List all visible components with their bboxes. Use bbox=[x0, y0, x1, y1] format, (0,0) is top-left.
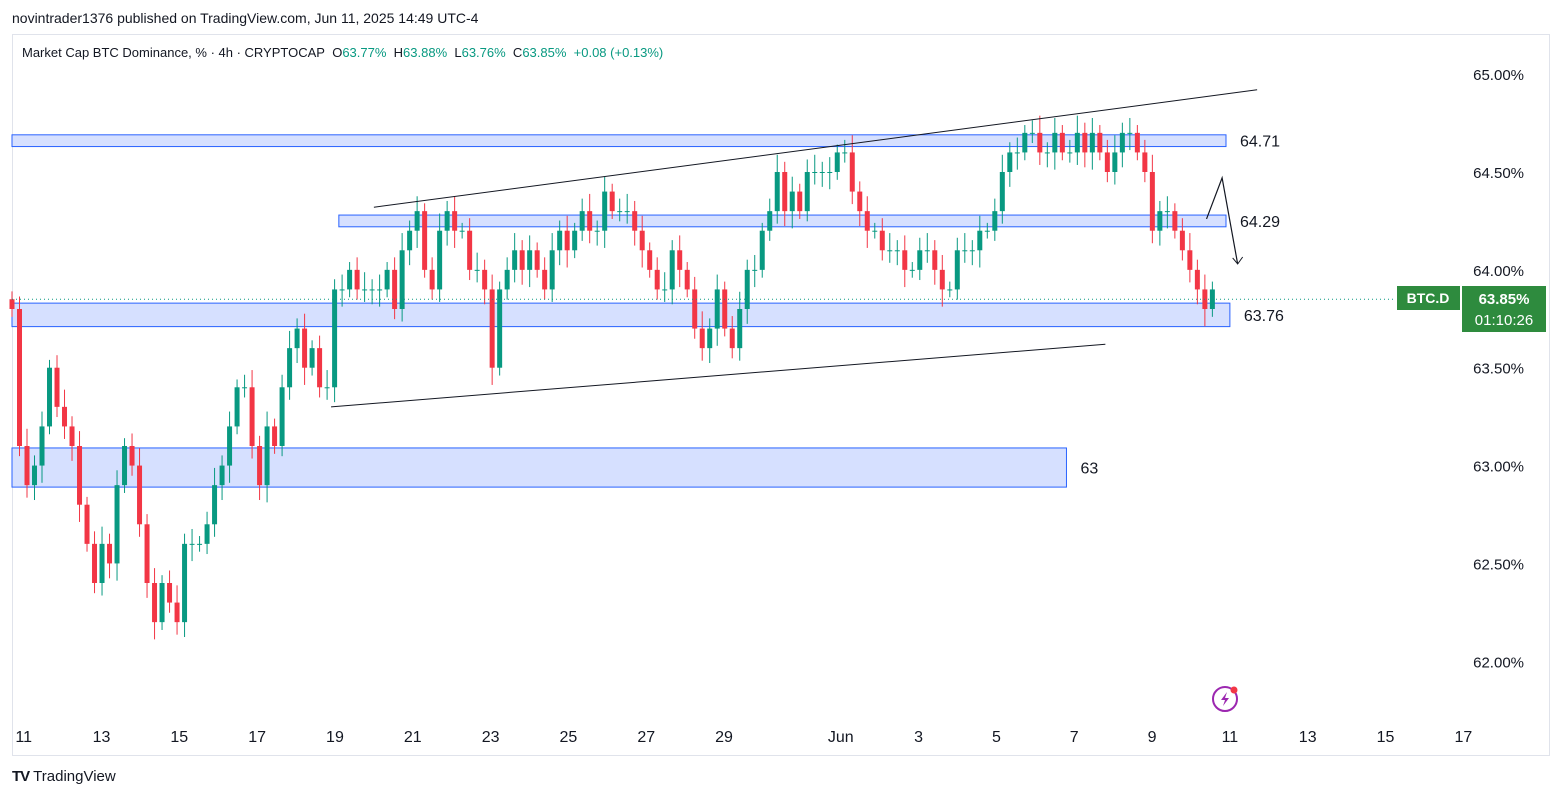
low-value: 63.76% bbox=[461, 45, 506, 60]
high-value: 63.88% bbox=[403, 45, 448, 60]
open-value: 63.77% bbox=[342, 45, 387, 60]
low-label: L bbox=[454, 45, 462, 60]
publisher-line: novintrader1376 published on TradingView… bbox=[12, 10, 479, 26]
symbol-title: Market Cap BTC Dominance, % · 4h · CRYPT… bbox=[22, 45, 325, 60]
close-value: 63.85% bbox=[522, 45, 567, 60]
high-label: H bbox=[393, 45, 404, 60]
change-value: +0.08 (+0.13%) bbox=[573, 45, 664, 60]
tradingview-logo-icon: TV bbox=[12, 768, 30, 785]
close-label: C bbox=[512, 45, 523, 60]
brand-label: TradingView bbox=[33, 768, 116, 785]
symbol-legend[interactable]: Market Cap BTC Dominance, % · 4h · CRYPT… bbox=[22, 45, 663, 60]
open-label: O bbox=[332, 45, 343, 60]
tradingview-brand[interactable]: TV TradingView bbox=[12, 768, 116, 785]
chart-pane[interactable] bbox=[12, 34, 1550, 756]
